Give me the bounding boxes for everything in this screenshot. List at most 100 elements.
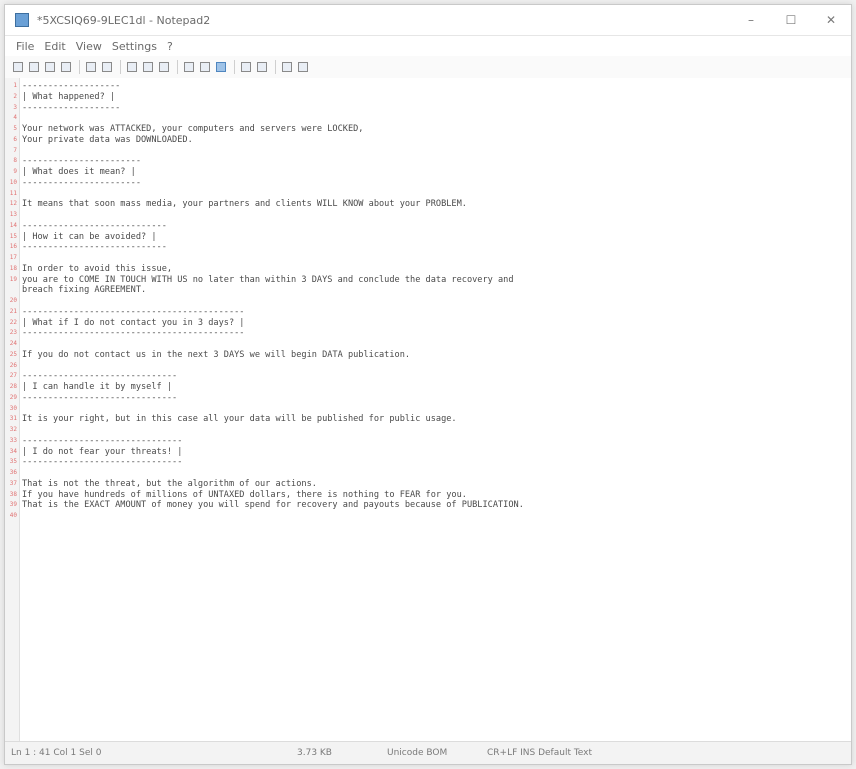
- editor-line: 22 | What if I do not contact you in 3 da…: [5, 318, 851, 329]
- undo-icon[interactable]: [84, 61, 97, 74]
- status-encoding[interactable]: Unicode BOM: [387, 748, 447, 758]
- editor-line: 12 It means that soon mass media, your pa…: [5, 199, 851, 210]
- editor-line: 28 | I can handle it by myself |: [5, 382, 851, 393]
- line-number: 6: [13, 135, 17, 143]
- editor-line: breach fixing AGREEMENT.: [5, 285, 851, 296]
- editor-line: 23 --------------------------------------…: [5, 328, 851, 339]
- paste-icon[interactable]: [157, 61, 170, 74]
- line-text: -------------------: [22, 102, 121, 113]
- line-number: 2: [13, 92, 17, 100]
- menu-edit[interactable]: Edit: [39, 40, 70, 53]
- zoom-out-icon[interactable]: [255, 61, 268, 74]
- line-text: That is the EXACT AMOUNT of money you wi…: [22, 500, 524, 511]
- line-text: | I can handle it by myself |: [22, 382, 173, 392]
- line-text: ----------------------------------------…: [22, 306, 245, 317]
- maximize-button[interactable]: ☐: [771, 5, 811, 35]
- editor-line: 39 That is the EXACT AMOUNT of money you …: [5, 500, 851, 511]
- line-number: 28: [9, 383, 17, 390]
- editor-line: 7: [5, 146, 851, 157]
- toolbar-separator: [120, 60, 121, 74]
- redo-icon[interactable]: [100, 61, 113, 74]
- editor-line: 15 | How it can be avoided? |: [5, 232, 851, 243]
- editor-line: 25 If you do not contact us in the next 3…: [5, 350, 851, 361]
- line-text: [19, 146, 22, 157]
- line-number: 31: [9, 415, 17, 423]
- line-text: -----------------------: [22, 156, 141, 167]
- line-number: 14: [9, 221, 17, 229]
- line-text: [19, 189, 22, 200]
- menu-help[interactable]: ?: [162, 40, 178, 53]
- line-number: 23: [9, 329, 17, 337]
- editor-line: 40: [5, 511, 851, 522]
- replace-icon[interactable]: [198, 61, 211, 74]
- line-number: 34: [9, 447, 17, 455]
- save-as-icon[interactable]: [59, 61, 72, 74]
- line-text: -------------------: [22, 81, 121, 91]
- find-icon[interactable]: [182, 61, 195, 74]
- line-number: 18: [9, 264, 17, 272]
- line-number: 9: [13, 168, 17, 175]
- line-number: 10: [9, 178, 17, 186]
- menu-view[interactable]: View: [71, 40, 107, 53]
- editor-line: 13: [5, 210, 851, 221]
- line-text: It means that soon mass media, your part…: [22, 199, 467, 210]
- zoom-in-icon[interactable]: [239, 61, 252, 74]
- line-number: 16: [9, 243, 17, 251]
- editor-line: 2 | What happened? |: [5, 92, 851, 103]
- line-text: ----------------------------: [22, 242, 167, 253]
- line-number: 25: [9, 350, 17, 358]
- editor-line: 26: [5, 361, 851, 372]
- line-number: 22: [9, 318, 17, 326]
- cut-icon[interactable]: [125, 61, 138, 74]
- menu-file[interactable]: File: [11, 40, 39, 53]
- editor-line: 1 -------------------: [5, 81, 851, 92]
- editor-line: 36: [5, 468, 851, 479]
- line-text: If you have hundreds of millions of UNTA…: [22, 489, 467, 500]
- new-file-icon[interactable]: [11, 61, 24, 74]
- toolbar-separator: [275, 60, 276, 74]
- line-text: -------------------------------: [22, 457, 183, 468]
- editor-line: 10 -----------------------: [5, 178, 851, 189]
- copy-icon[interactable]: [141, 61, 154, 74]
- line-text: you are to COME IN TOUCH WITH US no late…: [22, 274, 514, 285]
- scheme-icon[interactable]: [280, 61, 293, 74]
- toolbar-separator: [234, 60, 235, 74]
- status-line-endings[interactable]: CR+LF INS Default Text: [487, 748, 592, 758]
- toolbar-separator: [79, 60, 80, 74]
- editor-line: 3 -------------------: [5, 103, 851, 114]
- notepad-window: *5XCSIQ69-9LEC1dl - Notepad2 – ☐ ✕ File …: [4, 4, 852, 765]
- line-text: [19, 361, 22, 372]
- line-text: [19, 339, 22, 350]
- close-button[interactable]: ✕: [811, 5, 851, 35]
- settings-icon[interactable]: [296, 61, 309, 74]
- editor-line: 32: [5, 425, 851, 436]
- editor-line: 5 Your network was ATTACKED, your compute…: [5, 124, 851, 135]
- text-editor[interactable]: 1 ------------------- 2 | What happened? | 3…: [5, 78, 851, 742]
- line-number: 32: [9, 426, 17, 433]
- editor-line: 8 -----------------------: [5, 156, 851, 167]
- line-text: It is your right, but in this case all y…: [22, 414, 457, 425]
- line-number: 36: [9, 469, 17, 476]
- save-icon[interactable]: [43, 61, 56, 74]
- line-number: 27: [9, 372, 17, 380]
- open-file-icon[interactable]: [27, 61, 40, 74]
- editor-line: 19 you are to COME IN TOUCH WITH US no la…: [5, 275, 851, 286]
- editor-line: 16 ----------------------------: [5, 242, 851, 253]
- editor-line: 9 | What does it mean? |: [5, 167, 851, 178]
- minimize-button[interactable]: –: [731, 5, 771, 35]
- word-wrap-icon[interactable]: [214, 61, 227, 74]
- line-text: ------------------------------: [22, 392, 178, 403]
- line-text: | How it can be avoided? |: [22, 231, 157, 242]
- editor-line: 27 ------------------------------: [5, 371, 851, 382]
- menu-settings[interactable]: Settings: [107, 40, 162, 53]
- line-text: ----------------------------------------…: [22, 328, 245, 339]
- line-text: -----------------------: [22, 177, 141, 188]
- title-bar: *5XCSIQ69-9LEC1dl - Notepad2 – ☐ ✕: [5, 5, 851, 36]
- line-text: [19, 253, 22, 264]
- editor-line: 6 Your private data was DOWNLOADED.: [5, 135, 851, 146]
- line-text: -------------------------------: [22, 435, 183, 446]
- line-number: 17: [9, 254, 17, 261]
- line-text: [19, 468, 22, 479]
- status-bar: Ln 1 : 41 Col 1 Sel 0 3.73 KB Unicode BO…: [5, 741, 851, 764]
- line-text: In order to avoid this issue,: [22, 263, 173, 274]
